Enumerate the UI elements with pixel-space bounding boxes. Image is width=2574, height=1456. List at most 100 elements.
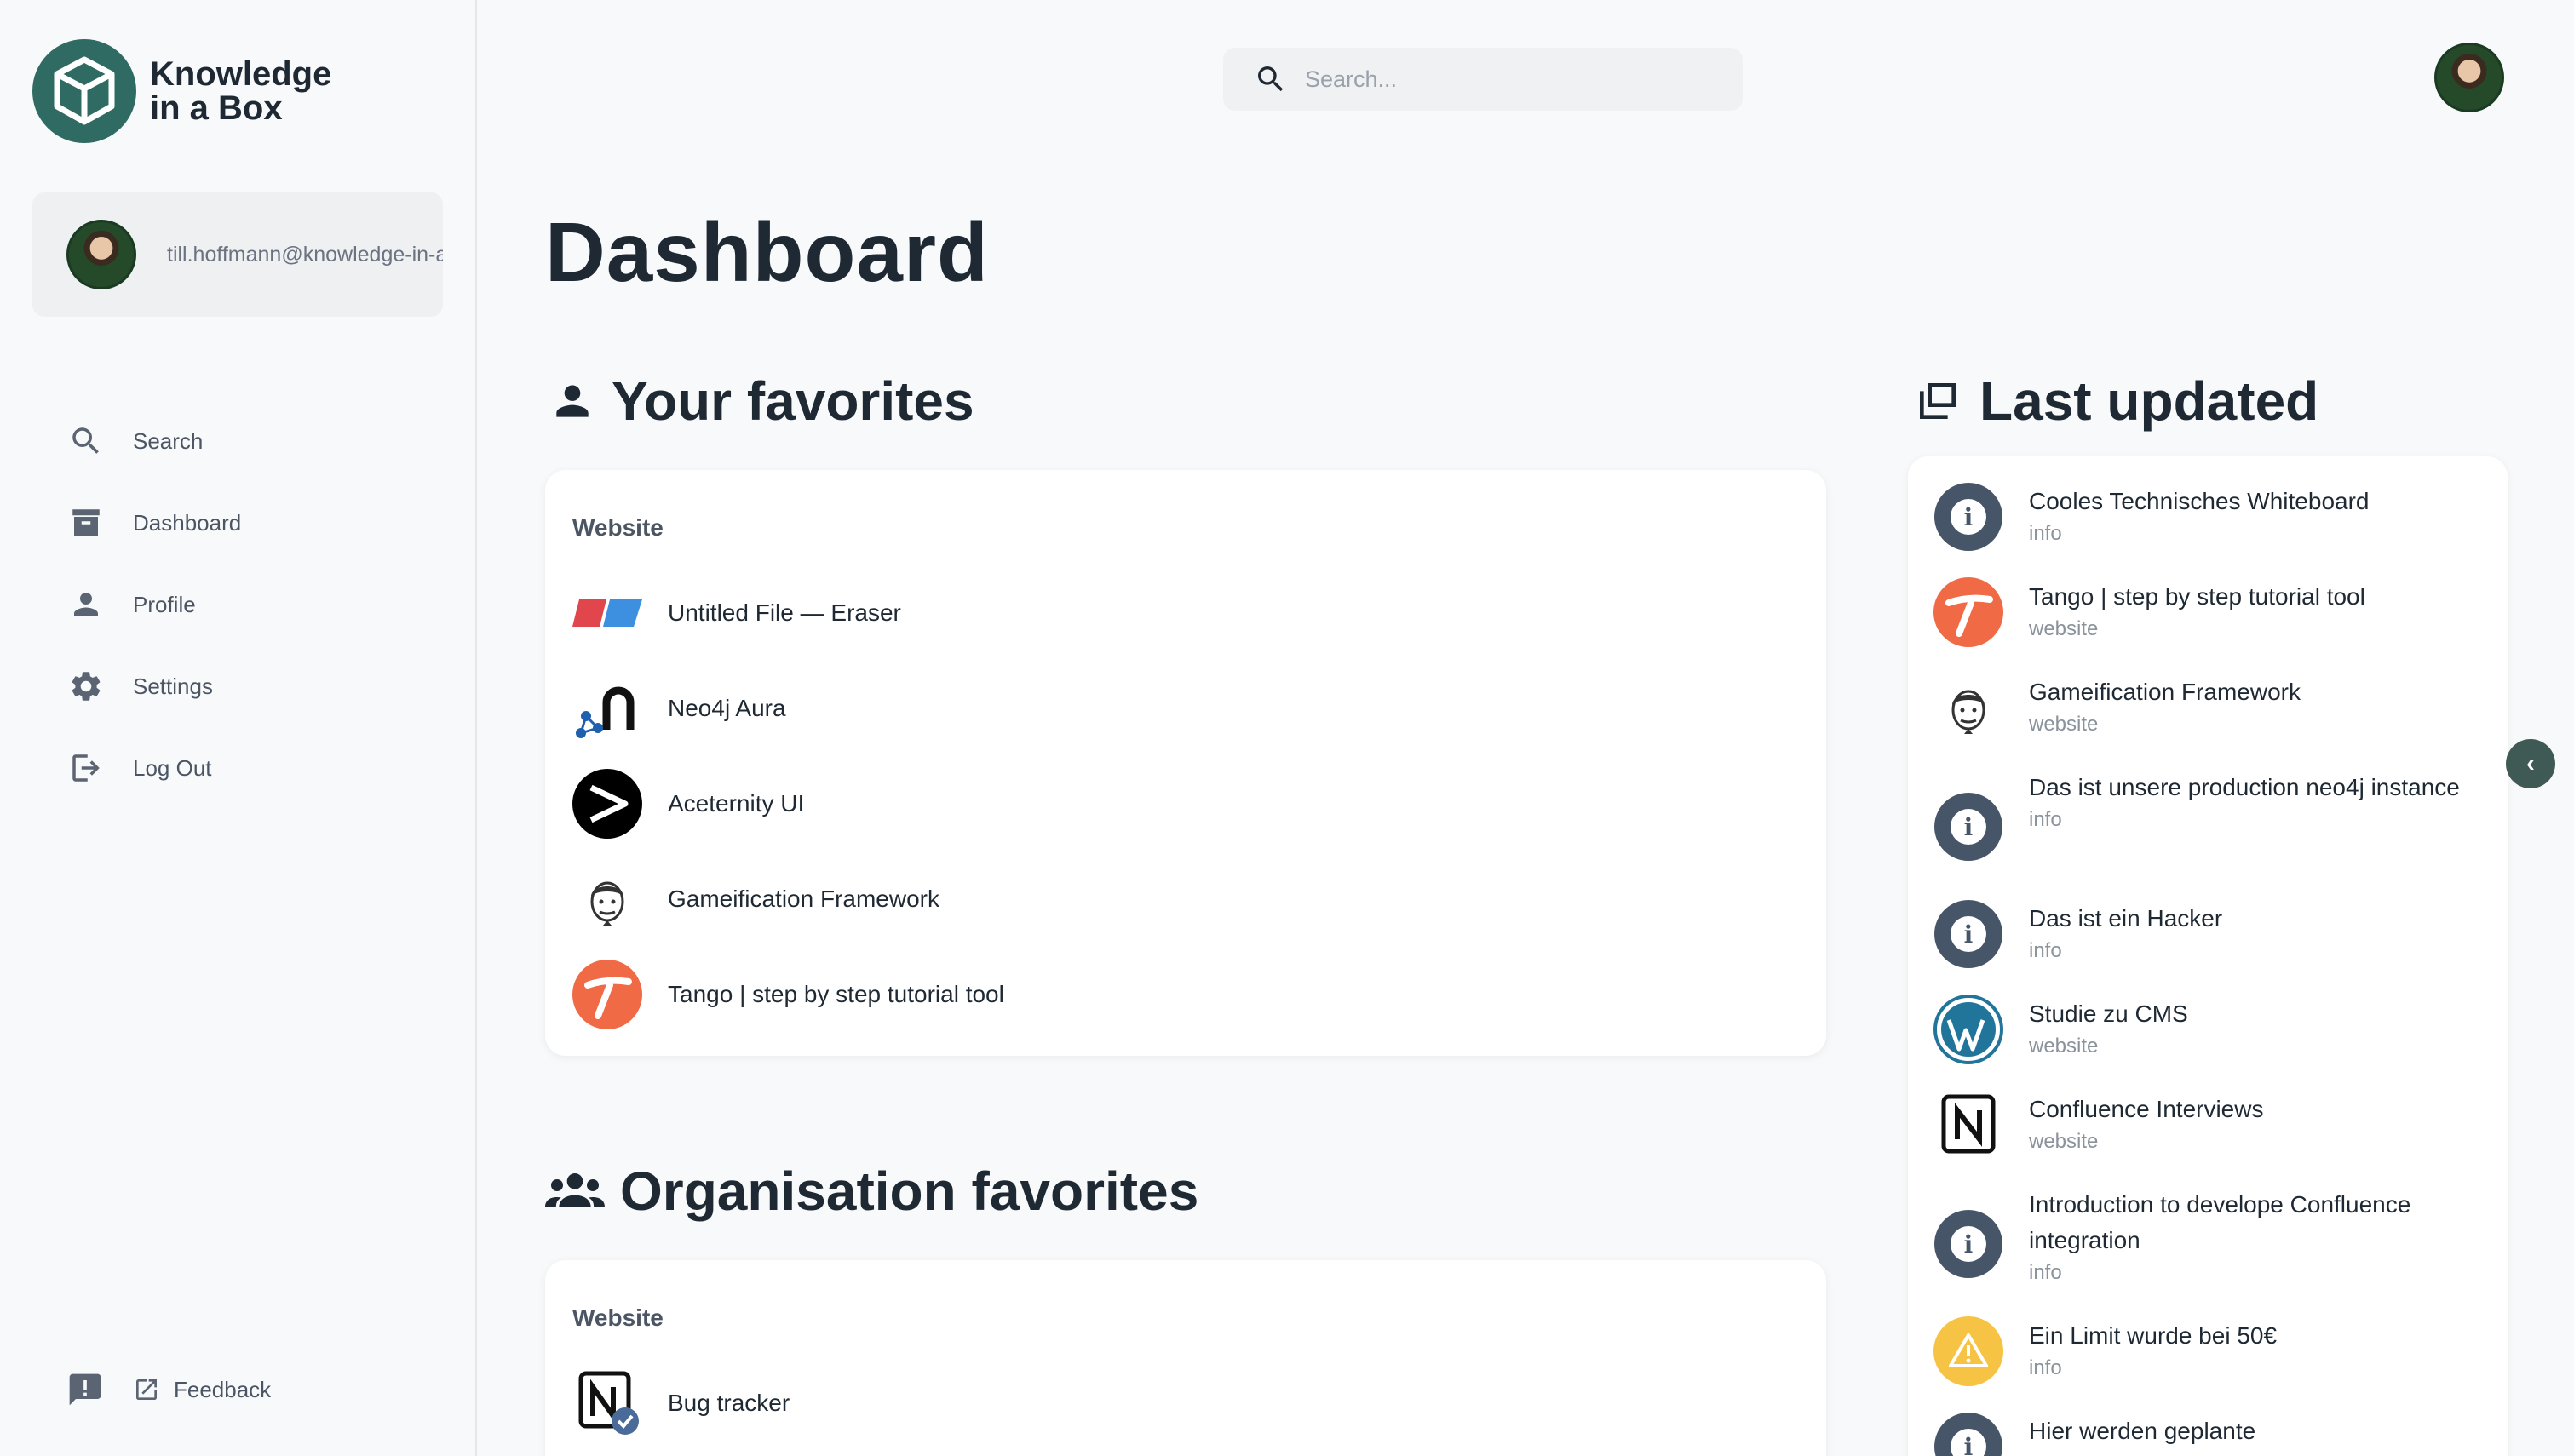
list-item[interactable]: i Das ist unsere production neo4j instan… xyxy=(1933,768,2479,899)
sidebar: Knowledge in a Box till.hoffmann@knowled… xyxy=(0,0,477,1456)
item-type: info xyxy=(2029,1356,2062,1379)
neo4j-icon xyxy=(572,674,642,743)
your-favorites-card: Website Untitled File — Eraser Neo4j Aur… xyxy=(545,470,1826,1056)
stack-icon xyxy=(1920,383,1956,419)
item-type: website xyxy=(2029,713,2099,736)
section-title-text: Last updated xyxy=(1979,370,2319,432)
warning-icon xyxy=(1933,1316,2003,1386)
list-item[interactable]: Tango | step by step tutorial tool xyxy=(572,947,1004,1042)
section-title-text: Organisation favorites xyxy=(620,1161,1199,1222)
sidebar-item-label: Profile xyxy=(133,591,196,617)
item-title: Studie zu CMS xyxy=(2029,1000,2188,1027)
section-title-text: Your favorites xyxy=(612,370,974,432)
item-title: Introduction to develope Confluence inte… xyxy=(2029,1191,2411,1253)
group-heading: Website xyxy=(572,514,664,541)
item-title: Gameification Framework xyxy=(2029,679,2301,705)
feedback-button[interactable]: Feedback xyxy=(133,1376,271,1403)
user-card[interactable]: till.hoffmann@knowledge-in-a xyxy=(32,192,443,317)
gear-icon xyxy=(66,667,106,706)
face-icon xyxy=(1933,673,2003,742)
chevron-left-icon: ‹ xyxy=(2526,749,2535,777)
sidebar-item-profile[interactable]: Profile xyxy=(66,564,241,645)
search-icon xyxy=(1258,66,1284,92)
list-item[interactable]: Tango | step by step tutorial tool websit… xyxy=(1933,577,2479,673)
item-type: info xyxy=(2029,1261,2062,1284)
face-icon xyxy=(572,864,642,934)
list-item[interactable]: Gameification Framework website xyxy=(1933,673,2479,768)
collapse-panel-button[interactable]: ‹ xyxy=(2506,739,2555,788)
info-icon: i xyxy=(1933,792,2003,862)
app-name-line2: in a Box xyxy=(150,89,283,127)
notion-icon xyxy=(1933,1090,2003,1160)
last-updated-list: i Cooles Technisches Whiteboard info Tang… xyxy=(1933,482,2479,1456)
item-title: Tango | step by step tutorial tool xyxy=(2029,583,2365,610)
group-heading: Website xyxy=(572,1304,664,1331)
list-item[interactable]: i Hier werden geplante xyxy=(1933,1412,2479,1456)
wordpress-icon xyxy=(1933,995,2003,1064)
favorite-label: Aceternity UI xyxy=(668,790,805,817)
list-item[interactable]: Studie zu CMS website xyxy=(1933,995,2479,1090)
favorite-label: Gameification Framework xyxy=(668,886,939,912)
item-type: info xyxy=(2029,808,2062,831)
sidebar-item-settings[interactable]: Settings xyxy=(66,645,241,727)
page-title: Dashboard xyxy=(545,205,989,299)
global-search[interactable] xyxy=(1223,48,1743,111)
org-favorites-heading: Organisation favorites xyxy=(545,1160,1198,1223)
feedback-label: Feedback xyxy=(174,1376,272,1402)
item-type: info xyxy=(2029,939,2062,962)
list-item[interactable]: Bug tracker xyxy=(572,1356,790,1451)
list-item[interactable]: Confluence Interviews website xyxy=(1933,1090,2479,1185)
list-item[interactable]: Neo4j Aura xyxy=(572,661,1004,756)
item-title: Cooles Technisches Whiteboard xyxy=(2029,488,2370,514)
search-icon xyxy=(66,421,106,461)
sidebar-item-logout[interactable]: Log Out xyxy=(66,727,241,809)
user-avatar-button[interactable] xyxy=(2434,43,2504,112)
favorite-label: Neo4j Aura xyxy=(668,695,786,721)
list-item[interactable]: i Cooles Technisches Whiteboard info xyxy=(1933,482,2479,577)
info-icon: i xyxy=(1933,1412,2003,1456)
tango-icon xyxy=(572,960,642,1029)
item-type: info xyxy=(2029,522,2062,545)
item-type: website xyxy=(2029,1130,2099,1153)
list-item[interactable]: i Introduction to develope Confluence in… xyxy=(1933,1185,2479,1316)
person-icon xyxy=(66,585,106,624)
list-item[interactable]: Ein Limit wurde bei 50€ info xyxy=(1933,1316,2479,1412)
last-updated-card: i Cooles Technisches Whiteboard info Tang… xyxy=(1908,456,2508,1456)
app-logo[interactable]: Knowledge in a Box xyxy=(32,39,331,143)
app-name-line1: Knowledge xyxy=(150,55,332,93)
feedback-icon[interactable] xyxy=(66,1371,104,1408)
user-email: till.hoffmann@knowledge-in-a xyxy=(167,242,443,267)
box-logo-icon xyxy=(32,39,136,143)
avatar xyxy=(66,220,136,289)
aceternity-icon xyxy=(572,769,642,839)
search-input[interactable] xyxy=(1305,66,1731,93)
list-item[interactable]: i Das ist ein Hacker info xyxy=(1933,899,2479,995)
group-icon xyxy=(545,1173,605,1207)
last-updated-heading: Last updated xyxy=(1911,370,2318,433)
list-item[interactable]: Gameification Framework xyxy=(572,851,1004,947)
info-icon: i xyxy=(1933,482,2003,552)
feedback-area: Feedback xyxy=(66,1371,271,1408)
sidebar-nav: Search Dashboard Profile Settings Log Ou… xyxy=(66,400,241,809)
sidebar-item-label: Log Out xyxy=(133,754,212,781)
favorite-label: Bug tracker xyxy=(668,1390,790,1416)
person-icon xyxy=(556,385,589,417)
item-title: Confluence Interviews xyxy=(2029,1096,2264,1122)
list-item[interactable]: Untitled File — Eraser xyxy=(572,565,1004,661)
item-title: Ein Limit wurde bei 50€ xyxy=(2029,1322,2278,1349)
app-name: Knowledge in a Box xyxy=(150,57,331,125)
list-item[interactable]: Aceternity UI xyxy=(572,756,1004,851)
logout-icon xyxy=(66,748,106,788)
sidebar-item-label: Settings xyxy=(133,673,213,699)
sidebar-item-dashboard[interactable]: Dashboard xyxy=(66,482,241,564)
item-type: website xyxy=(2029,1035,2099,1058)
notion-verified-icon xyxy=(572,1368,642,1438)
archive-icon xyxy=(66,503,106,542)
info-icon: i xyxy=(1933,1209,2003,1279)
item-title: Das ist unsere production neo4j instance xyxy=(2029,774,2460,800)
sidebar-item-search[interactable]: Search xyxy=(66,400,241,482)
your-favorites-heading: Your favorites xyxy=(549,370,974,433)
item-type: website xyxy=(2029,617,2099,640)
external-link-icon xyxy=(136,1379,157,1400)
tango-icon xyxy=(1933,577,2003,647)
